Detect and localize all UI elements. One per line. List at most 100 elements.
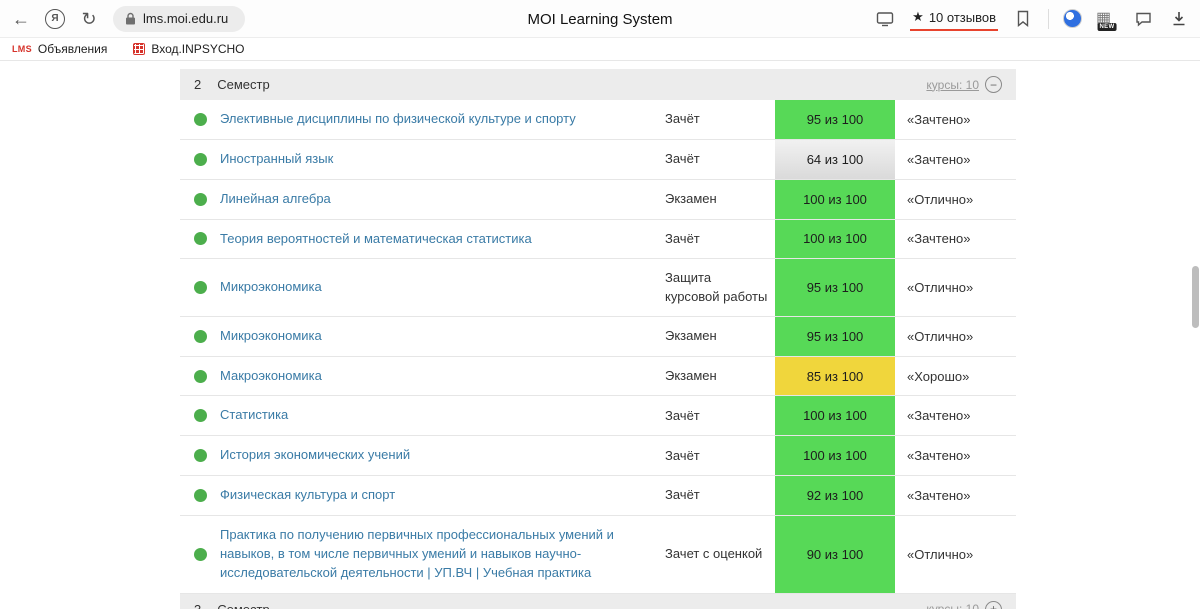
url-text: lms.moi.edu.ru	[143, 11, 228, 26]
course-status-dot	[194, 232, 207, 245]
course-link[interactable]: Физическая культура и спорт	[220, 476, 665, 515]
back-button[interactable]: ←	[10, 8, 32, 30]
course-row: Макроэкономика Экзамен 85 из 100 «Хорошо…	[180, 357, 1016, 397]
score-badge: 95 из 100	[775, 259, 895, 315]
course-row: Статистика Зачёт 100 из 100 «Зачтено»	[180, 396, 1016, 436]
new-badge: NEW	[1098, 23, 1117, 31]
course-status-dot	[194, 489, 207, 502]
yandex-profile-icon[interactable]: Я	[45, 9, 65, 29]
grade-text: «Отлично»	[895, 547, 1016, 562]
course-link[interactable]: Практика по получению первичных професси…	[220, 516, 665, 593]
grade-text: «Зачтено»	[895, 488, 1016, 503]
chat-icon[interactable]	[1132, 8, 1154, 30]
lms-page: 2 Семестр курсы: 10 − Элективные дисципл…	[0, 61, 1200, 608]
course-link[interactable]: Теория вероятностей и математическая ста…	[220, 220, 665, 259]
assessment-type: Экзамен	[665, 180, 775, 218]
course-link[interactable]: Микроэкономика	[220, 268, 665, 307]
score-badge: 100 из 100	[775, 396, 895, 435]
course-link[interactable]: Микроэкономика	[220, 317, 665, 356]
bookmark-label: Объявления	[38, 42, 107, 56]
course-link[interactable]: Линейная алгебра	[220, 180, 665, 219]
score-cell: 100 из 100	[775, 220, 895, 259]
grade-text: «Отлично»	[895, 192, 1016, 207]
collapse-semester-button[interactable]: −	[985, 76, 1002, 93]
score-cell: 90 из 100	[775, 516, 895, 593]
page-scrollbar-thumb[interactable]	[1192, 266, 1199, 328]
score-badge: 100 из 100	[775, 436, 895, 475]
course-link[interactable]: Макроэкономика	[220, 357, 665, 396]
course-status-dot	[194, 281, 207, 294]
score-badge: 100 из 100	[775, 180, 895, 219]
assessment-type: Зачёт	[665, 397, 775, 435]
score-cell: 95 из 100	[775, 100, 895, 139]
course-row: Элективные дисциплины по физической куль…	[180, 100, 1016, 140]
course-link[interactable]: Иностранный язык	[220, 140, 665, 179]
status-dot-cell	[180, 153, 220, 166]
assessment-type: Экзамен	[665, 357, 775, 395]
assessment-type: Зачёт	[665, 476, 775, 514]
status-dot-cell	[180, 232, 220, 245]
course-table-body: Элективные дисциплины по физической куль…	[180, 100, 1016, 594]
semester-header: 2 Семестр курсы: 10 −	[180, 69, 1016, 100]
bookmark-inpsycho[interactable]: Вход.INPSYCHO	[133, 42, 244, 56]
course-status-dot	[194, 113, 207, 126]
address-bar[interactable]: lms.moi.edu.ru	[113, 6, 245, 32]
course-link[interactable]: История экономических учений	[220, 436, 665, 475]
courses-count-link[interactable]: курсы: 10	[926, 78, 979, 92]
status-dot-cell	[180, 409, 220, 422]
status-dot-cell	[180, 281, 220, 294]
course-status-dot	[194, 153, 207, 166]
score-cell: 92 из 100	[775, 476, 895, 515]
semester-number: 3	[194, 602, 201, 609]
site-reviews-widget[interactable]: ★ 10 отзывов	[910, 6, 998, 31]
bookmark-flag-icon[interactable]	[1012, 8, 1034, 30]
grade-text: «Зачтено»	[895, 231, 1016, 246]
semester-label: Семестр	[217, 77, 269, 92]
course-row: Физическая культура и спорт Зачёт 92 из …	[180, 476, 1016, 516]
bookmark-label: Вход.INPSYCHO	[151, 42, 244, 56]
course-link[interactable]: Статистика	[220, 396, 665, 435]
grade-text: «Отлично»	[895, 280, 1016, 295]
lock-icon	[125, 12, 136, 25]
refresh-button[interactable]: ↻	[78, 8, 100, 30]
new-extension-icon[interactable]: ▦ NEW	[1096, 8, 1118, 30]
score-cell: 85 из 100	[775, 357, 895, 396]
grade-text: «Зачтено»	[895, 152, 1016, 167]
semester-footer: 3 Семестр курсы: 10 +	[180, 594, 1016, 609]
score-badge: 95 из 100	[775, 317, 895, 356]
courses-count-link[interactable]: курсы: 10	[926, 602, 979, 609]
screen-share-icon[interactable]	[874, 8, 896, 30]
course-row: История экономических учений Зачёт 100 и…	[180, 436, 1016, 476]
bookmark-lms-announcements[interactable]: LMS Объявления	[12, 42, 107, 56]
semester-label: Семестр	[217, 602, 269, 609]
grade-text: «Зачтено»	[895, 112, 1016, 127]
assessment-type: Зачёт	[665, 220, 775, 258]
expand-semester-button[interactable]: +	[985, 601, 1002, 609]
assessment-type: Экзамен	[665, 317, 775, 355]
course-row: Практика по получению первичных професси…	[180, 516, 1016, 594]
semester-number: 2	[194, 77, 201, 92]
score-badge: 92 из 100	[775, 476, 895, 515]
download-icon[interactable]	[1168, 8, 1190, 30]
assessment-type: Зачет с оценкой	[665, 535, 775, 573]
lms-logo-icon: LMS	[12, 44, 32, 54]
status-dot-cell	[180, 449, 220, 462]
score-badge: 100 из 100	[775, 220, 895, 259]
course-link[interactable]: Элективные дисциплины по физической куль…	[220, 100, 665, 139]
toolbar-divider	[1048, 9, 1049, 29]
status-dot-cell	[180, 489, 220, 502]
assessment-type: Зачёт	[665, 140, 775, 178]
reviews-count-label: 10 отзывов	[929, 10, 996, 25]
course-status-dot	[194, 409, 207, 422]
score-cell: 100 из 100	[775, 180, 895, 219]
extension-icon[interactable]	[1063, 9, 1082, 28]
star-icon: ★	[912, 9, 924, 25]
score-badge: 85 из 100	[775, 357, 895, 396]
grade-text: «Зачтено»	[895, 448, 1016, 463]
status-dot-cell	[180, 548, 220, 561]
score-cell: 100 из 100	[775, 396, 895, 435]
score-cell: 64 из 100	[775, 140, 895, 179]
course-status-dot	[194, 330, 207, 343]
course-row: Микроэкономика Экзамен 95 из 100 «Отличн…	[180, 317, 1016, 357]
grade-text: «Отлично»	[895, 329, 1016, 344]
